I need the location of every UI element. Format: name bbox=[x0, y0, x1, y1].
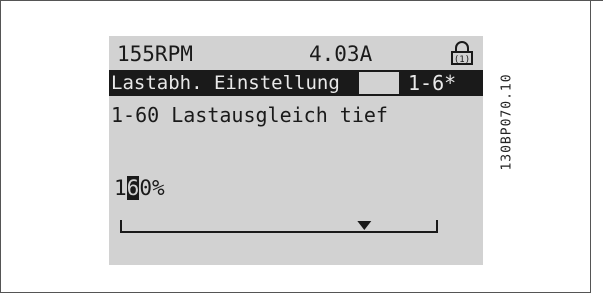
speed-readout: 155RPM bbox=[117, 42, 193, 66]
parameter-value[interactable]: 160% bbox=[114, 175, 165, 201]
current-readout: 4.03A bbox=[309, 42, 373, 66]
edit-cursor-digit[interactable]: 6 bbox=[126, 176, 140, 200]
menu-title: Lastabh. Einstellung bbox=[111, 72, 340, 94]
drawing-code: 130BP070.10 bbox=[492, 42, 522, 202]
value-prefix: 1 bbox=[114, 176, 127, 200]
drawing-code-text: 130BP070.10 bbox=[499, 73, 515, 171]
header-separator bbox=[359, 72, 399, 94]
menu-header-bar: Lastabh. Einstellung 1-6* bbox=[109, 70, 483, 96]
slider-marker[interactable] bbox=[357, 221, 372, 230]
parameter-group-id: 1-6* bbox=[408, 71, 457, 95]
lcd-display: 155RPM 4.03A (1) Lastabh. Einstellung 1-… bbox=[109, 36, 483, 265]
frame-divider bbox=[590, 0, 591, 293]
value-slider[interactable] bbox=[119, 214, 439, 236]
parameter-name: 1-60 Lastausgleich tief bbox=[111, 103, 388, 127]
lock-icon: (1) bbox=[451, 41, 473, 65]
slider-track bbox=[120, 220, 438, 233]
value-suffix: 0% bbox=[139, 176, 165, 200]
svg-text:(1): (1) bbox=[454, 55, 470, 65]
